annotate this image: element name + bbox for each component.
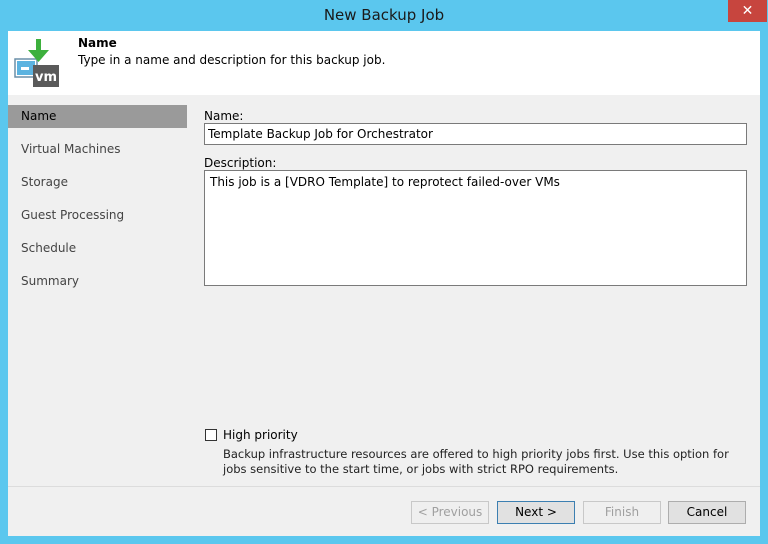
close-icon[interactable]: ✕ xyxy=(728,0,767,22)
step-title: Name xyxy=(78,36,117,50)
high-priority-checkbox[interactable] xyxy=(205,429,217,441)
nav-item-summary[interactable]: Summary xyxy=(8,270,187,293)
title-bar[interactable]: New Backup Job ✕ xyxy=(0,0,768,31)
nav-item-guest-processing[interactable]: Guest Processing xyxy=(8,204,187,227)
step-subtitle: Type in a name and description for this … xyxy=(78,53,386,67)
description-label: Description: xyxy=(204,156,277,170)
next-button[interactable]: Next > xyxy=(497,501,575,524)
description-textarea[interactable]: This job is a [VDRO Template] to reprote… xyxy=(204,170,747,286)
previous-button[interactable]: < Previous xyxy=(411,501,489,524)
vm-icon-text: vm xyxy=(35,70,57,85)
name-label: Name: xyxy=(204,109,244,123)
cancel-button[interactable]: Cancel xyxy=(668,501,746,524)
vm-backup-icon: vm xyxy=(13,37,67,89)
dialog-window: New Backup Job ✕ vm Name Type in a name … xyxy=(0,0,768,544)
window-title: New Backup Job xyxy=(323,6,445,24)
high-priority-label[interactable]: High priority xyxy=(223,428,298,442)
name-input[interactable] xyxy=(204,123,747,145)
footer-divider xyxy=(8,486,760,487)
wizard-steps-nav: Name Virtual Machines Storage Guest Proc… xyxy=(8,95,187,477)
nav-item-name[interactable]: Name xyxy=(8,105,187,128)
nav-item-virtual-machines[interactable]: Virtual Machines xyxy=(8,138,187,161)
high-priority-description: Backup infrastructure resources are offe… xyxy=(223,447,729,476)
wizard-header: vm Name Type in a name and description f… xyxy=(8,31,760,95)
nav-item-schedule[interactable]: Schedule xyxy=(8,237,187,260)
nav-item-storage[interactable]: Storage xyxy=(8,171,187,194)
finish-button[interactable]: Finish xyxy=(583,501,661,524)
dialog-client: vm Name Type in a name and description f… xyxy=(8,31,760,536)
